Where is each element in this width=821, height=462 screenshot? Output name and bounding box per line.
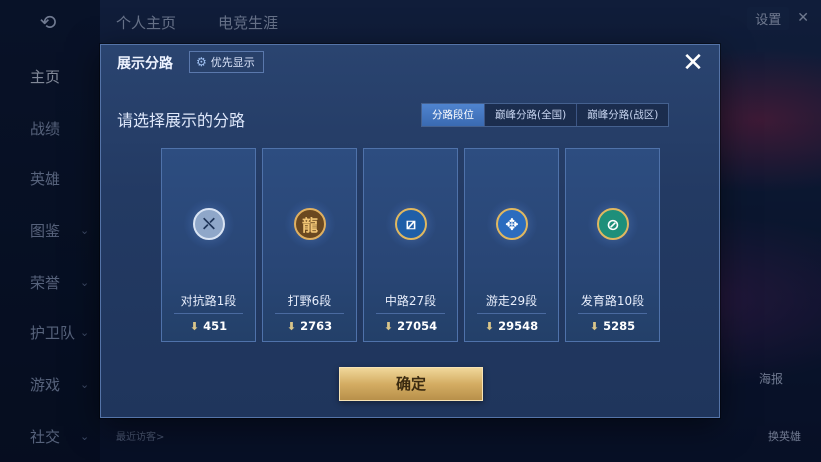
divider [275, 313, 344, 314]
roam-wings-icon: ✥ [496, 208, 528, 240]
lane-card-list: ⛌ 对抗路1段 ⬇ 451 龍 打野6段 ⬇ 2763 ⧄ 中路27段 ⬇ 27054… [161, 148, 661, 342]
lane-score: ⬇ 27054 [364, 319, 457, 333]
dialog-subtitle: 请选择展示的分路 [117, 111, 246, 130]
priority-display-button[interactable]: ⚙ 优先显示 [189, 51, 264, 73]
lane-display-dialog: 展示分路 ⚙ 优先显示 ✕ 请选择展示的分路 分路段位 巅峰分路(全国) 巅峰分… [100, 44, 720, 418]
dialog-title: 展示分路 [117, 56, 173, 72]
lane-rank-label: 打野6段 [287, 294, 332, 308]
score-icon: ⬇ [484, 320, 495, 333]
lane-score: ⬇ 2763 [263, 319, 356, 333]
close-button[interactable]: ✕ [679, 49, 707, 77]
lane-score-value: 29548 [498, 319, 539, 333]
tab-peak-lane-region[interactable]: 巅峰分路(战区) [577, 104, 668, 126]
score-icon: ⬇ [383, 320, 394, 333]
lane-rank-label: 发育路10段 [580, 294, 645, 308]
mid-lane-icon: ⧄ [395, 208, 427, 240]
emblem-glow: ⊘ [588, 199, 638, 249]
lane-card-mid[interactable]: ⧄ 中路27段 ⬇ 27054 [363, 148, 458, 342]
dialog-header: 展示分路 ⚙ 优先显示 ✕ [101, 45, 719, 79]
farm-lane-icon: ⊘ [597, 208, 629, 240]
tab-peak-lane-national[interactable]: 巅峰分路(全国) [485, 104, 578, 126]
lane-score-value: 2763 [300, 319, 333, 333]
emblem-glow: ✥ [487, 199, 537, 249]
lane-score-value: 27054 [397, 319, 438, 333]
score-icon: ⬇ [286, 320, 297, 333]
emblem-glow: ⧄ [386, 199, 436, 249]
lane-rank-label: 对抗路1段 [180, 294, 237, 308]
divider [174, 313, 243, 314]
lane-card-clash[interactable]: ⛌ 对抗路1段 ⬇ 451 [161, 148, 256, 342]
tab-lane-rank[interactable]: 分路段位 [422, 104, 485, 126]
lane-score-value: 451 [203, 319, 228, 333]
emblem-glow: 龍 [285, 199, 335, 249]
divider [578, 313, 647, 314]
priority-display-label: 优先显示 [210, 56, 255, 69]
lane-rank-label: 游走29段 [485, 294, 538, 308]
lane-card-farm[interactable]: ⊘ 发育路10段 ⬇ 5285 [565, 148, 660, 342]
confirm-button[interactable]: 确定 [339, 367, 483, 401]
score-icon: ⬇ [589, 320, 600, 333]
lane-score: ⬇ 451 [162, 319, 255, 333]
gear-icon: ⚙ [196, 55, 207, 69]
lane-card-jungle[interactable]: 龍 打野6段 ⬇ 2763 [262, 148, 357, 342]
emblem-glow: ⛌ [184, 199, 234, 249]
jungle-dragon-icon: 龍 [294, 208, 326, 240]
lane-score-value: 5285 [603, 319, 636, 333]
clash-lane-icon: ⛌ [193, 208, 225, 240]
lane-card-roam[interactable]: ✥ 游走29段 ⬇ 29548 [464, 148, 559, 342]
lane-type-tabs: 分路段位 巅峰分路(全国) 巅峰分路(战区) [421, 103, 670, 127]
divider [477, 313, 546, 314]
score-icon: ⬇ [189, 320, 200, 333]
lane-rank-label: 中路27段 [384, 294, 437, 308]
lane-score: ⬇ 5285 [566, 319, 659, 333]
divider [376, 313, 445, 314]
lane-score: ⬇ 29548 [465, 319, 558, 333]
